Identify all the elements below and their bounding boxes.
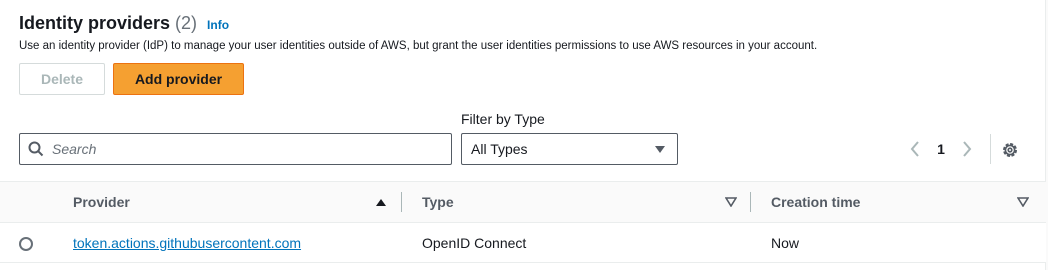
provider-type: OpenID Connect — [422, 235, 527, 251]
table-header: Provider Type Creation time — [0, 181, 1046, 223]
search-icon — [28, 141, 44, 157]
sort-descending-icon[interactable] — [725, 197, 737, 207]
row-select-radio[interactable] — [19, 237, 33, 251]
info-link[interactable]: Info — [207, 18, 229, 32]
add-provider-button[interactable]: Add provider — [113, 63, 244, 95]
sort-descending-icon[interactable] — [1017, 197, 1029, 207]
caret-down-icon — [655, 145, 665, 153]
provider-link[interactable]: token.actions.githubusercontent.com — [73, 223, 301, 263]
column-header-provider[interactable]: Provider — [73, 182, 130, 222]
column-divider — [401, 192, 402, 212]
page-header: Identity providers (2) Info — [19, 13, 229, 34]
delete-button[interactable]: Delete — [19, 63, 105, 95]
pagination-divider — [990, 134, 991, 164]
column-divider — [750, 192, 751, 212]
column-header-creation-time[interactable]: Creation time — [771, 182, 860, 222]
column-header-type[interactable]: Type — [422, 182, 454, 222]
search-field[interactable] — [19, 133, 452, 165]
previous-page-icon[interactable] — [903, 134, 927, 164]
sort-ascending-icon[interactable] — [376, 199, 386, 206]
page-title: Identity providers — [19, 13, 171, 33]
table-row: token.actions.githubusercontent.com Open… — [0, 223, 1046, 263]
creation-time: Now — [771, 235, 800, 251]
page-number[interactable]: 1 — [927, 141, 955, 157]
pagination: 1 — [903, 134, 979, 164]
gear-icon[interactable] — [998, 138, 1022, 162]
page-description: Use an identity provider (IdP) to manage… — [19, 40, 818, 52]
type-filter-value: All Types — [471, 141, 528, 157]
next-page-icon[interactable] — [955, 134, 979, 164]
search-input[interactable] — [52, 141, 432, 157]
provider-count: (2) — [175, 13, 198, 33]
type-filter-select[interactable]: All Types — [461, 133, 678, 165]
filter-by-type-label: Filter by Type — [461, 111, 545, 127]
identity-providers-panel: Identity providers (2) Info Use an ident… — [0, 0, 1046, 270]
